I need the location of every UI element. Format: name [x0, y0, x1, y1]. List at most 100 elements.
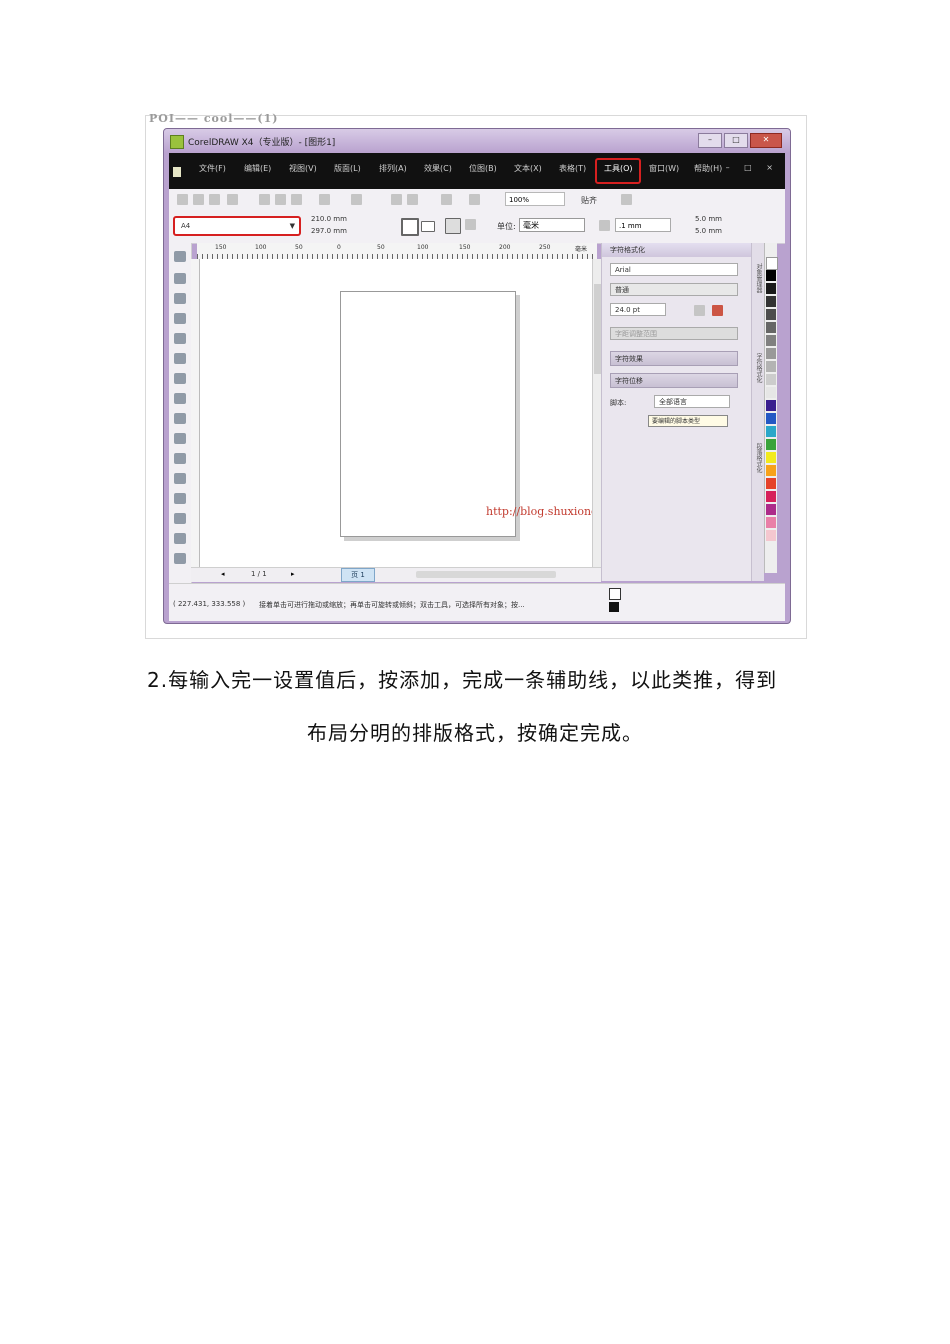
portrait-icon[interactable] — [401, 218, 419, 236]
print-icon[interactable] — [227, 194, 238, 205]
units-select[interactable]: 毫米 — [519, 218, 585, 232]
open-icon[interactable] — [193, 194, 204, 205]
color-swatch[interactable] — [766, 517, 776, 528]
pick-tool-icon[interactable] — [174, 251, 186, 262]
menu-text[interactable]: 文本(X) — [514, 163, 559, 174]
menu-file[interactable]: 文件(F) — [199, 163, 244, 174]
tab-paragraph-formatting[interactable]: 段落格式化 — [753, 443, 763, 503]
menu-effects[interactable]: 效果(C) — [424, 163, 469, 174]
shape-tool-icon[interactable] — [174, 273, 186, 284]
tab-object-manager[interactable]: 对象管理器 — [753, 263, 763, 323]
character-effects-section[interactable]: 字符效果 — [610, 351, 738, 366]
undo-icon[interactable] — [319, 194, 330, 205]
options-icon[interactable] — [621, 194, 632, 205]
menu-bitmaps[interactable]: 位图(B) — [469, 163, 514, 174]
cut-icon[interactable] — [259, 194, 270, 205]
snap-to-button[interactable]: 贴齐 — [581, 195, 597, 206]
document-window-controls[interactable]: – □ × — [726, 163, 779, 172]
zoom-level-select[interactable]: 100% — [505, 192, 565, 206]
menu-layout[interactable]: 版面(L) — [334, 163, 379, 174]
color-swatch[interactable] — [766, 439, 776, 450]
freehand-tool-icon[interactable] — [174, 333, 186, 344]
underline-icon[interactable] — [694, 305, 705, 316]
color-swatch[interactable] — [766, 426, 776, 437]
previous-page-icon[interactable]: ◂ — [221, 570, 225, 578]
color-swatch[interactable] — [766, 491, 776, 502]
tab-character-formatting[interactable]: 字符格式化 — [753, 353, 763, 413]
document-page[interactable] — [340, 291, 516, 537]
current-page-icon[interactable] — [465, 219, 476, 230]
scroll-thumb[interactable] — [594, 284, 601, 374]
color-swatch[interactable] — [766, 348, 776, 359]
page-height-field[interactable]: 297.0 mm — [311, 227, 347, 235]
font-size-field[interactable]: 24.0 pt — [610, 303, 666, 316]
color-swatch[interactable] — [766, 413, 776, 424]
landscape-icon[interactable] — [421, 221, 435, 232]
redo-icon[interactable] — [351, 194, 362, 205]
color-swatch[interactable] — [766, 478, 776, 489]
color-swatch[interactable] — [766, 387, 776, 398]
polygon-tool-icon[interactable] — [174, 413, 186, 424]
next-page-icon[interactable]: ▸ — [291, 570, 295, 578]
menu-edit[interactable]: 编辑(E) — [244, 163, 289, 174]
range-kerning-field[interactable]: 字距调整范围 — [610, 327, 738, 340]
paste-icon[interactable] — [291, 194, 302, 205]
color-swatch[interactable] — [766, 296, 776, 307]
fill-tool-icon[interactable] — [174, 553, 186, 564]
duplicate-distance-x-field[interactable]: 5.0 mm — [695, 215, 722, 223]
minimize-button[interactable]: – — [698, 133, 722, 148]
fill-indicator-icon[interactable] — [609, 588, 621, 600]
color-swatch[interactable] — [766, 452, 776, 463]
table-tool-icon[interactable] — [174, 473, 186, 484]
color-swatch[interactable] — [766, 283, 776, 294]
import-icon[interactable] — [391, 194, 402, 205]
rectangle-tool-icon[interactable] — [174, 373, 186, 384]
color-swatch[interactable] — [766, 400, 776, 411]
ellipse-tool-icon[interactable] — [174, 393, 186, 404]
copy-icon[interactable] — [275, 194, 286, 205]
color-swatch[interactable] — [766, 374, 776, 385]
interactive-blend-tool-icon[interactable] — [174, 493, 186, 504]
page-width-field[interactable]: 210.0 mm — [311, 215, 347, 223]
duplicate-distance-y-field[interactable]: 5.0 mm — [695, 227, 722, 235]
horizontal-scrollbar[interactable] — [416, 571, 556, 578]
crop-tool-icon[interactable] — [174, 293, 186, 304]
font-style-select[interactable]: 普通 — [610, 283, 738, 296]
nudge-distance-field[interactable]: .1 mm — [615, 218, 671, 232]
color-swatch[interactable] — [766, 309, 776, 320]
color-swatch[interactable] — [766, 361, 776, 372]
character-shift-section[interactable]: 字符位移 — [610, 373, 738, 388]
outline-tool-icon[interactable] — [174, 533, 186, 544]
color-swatch[interactable] — [766, 530, 776, 541]
application-launcher-icon[interactable] — [441, 194, 452, 205]
close-button[interactable]: ✕ — [750, 133, 782, 148]
all-pages-icon[interactable] — [445, 218, 461, 234]
font-select[interactable]: Arial — [610, 263, 738, 276]
menu-view[interactable]: 视图(V) — [289, 163, 334, 174]
text-color-icon[interactable] — [712, 305, 723, 316]
menu-window[interactable]: 窗口(W) — [649, 163, 694, 174]
outline-indicator-icon[interactable] — [609, 602, 619, 612]
script-select[interactable]: 全部语言 — [654, 395, 730, 408]
new-icon[interactable] — [177, 194, 188, 205]
zoom-tool-icon[interactable] — [174, 313, 186, 324]
menu-arrange[interactable]: 排列(A) — [379, 163, 424, 174]
maximize-button[interactable]: □ — [724, 133, 748, 148]
text-tool-icon[interactable] — [174, 453, 186, 464]
units-label: 单位: — [497, 222, 516, 231]
paper-size-select[interactable]: A4 ▼ — [173, 216, 301, 236]
eyedropper-tool-icon[interactable] — [174, 513, 186, 524]
color-swatch[interactable] — [766, 504, 776, 515]
color-swatch[interactable] — [766, 270, 776, 281]
smart-fill-tool-icon[interactable] — [174, 353, 186, 364]
welcome-screen-icon[interactable] — [469, 194, 480, 205]
drawing-canvas[interactable]: http://blog.shuxiong.net — [200, 259, 620, 567]
color-swatch[interactable] — [766, 465, 776, 476]
basic-shapes-tool-icon[interactable] — [174, 433, 186, 444]
save-icon[interactable] — [209, 194, 220, 205]
page-tab[interactable]: 页 1 — [341, 568, 375, 582]
color-swatch[interactable] — [766, 322, 776, 333]
color-swatch[interactable] — [766, 257, 778, 270]
export-icon[interactable] — [407, 194, 418, 205]
color-swatch[interactable] — [766, 335, 776, 346]
